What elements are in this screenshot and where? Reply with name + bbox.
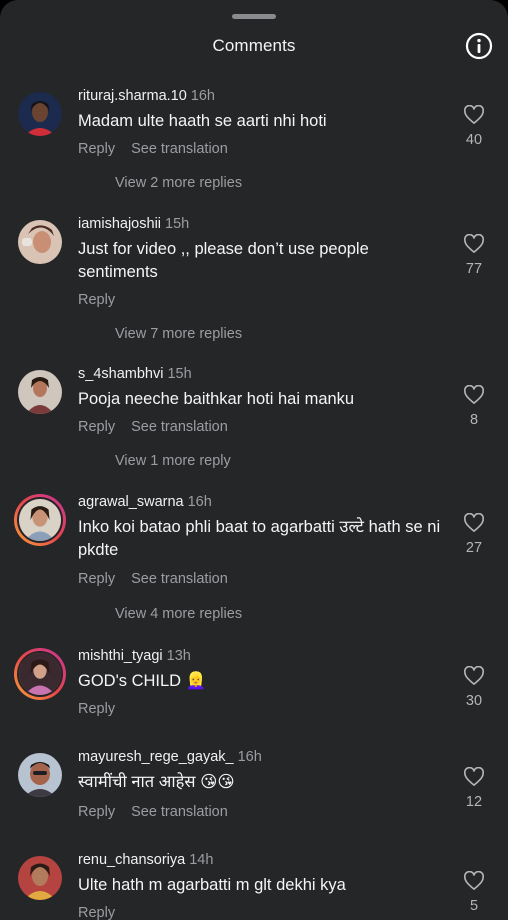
username[interactable]: iamishajoshii <box>78 216 161 232</box>
reply-button[interactable]: Reply <box>78 701 115 717</box>
reply-button[interactable]: Reply <box>78 571 115 587</box>
page-title: Comments <box>212 36 296 55</box>
see-translation-button[interactable]: See translation <box>131 141 228 157</box>
avatar[interactable] <box>18 220 62 264</box>
reply-button[interactable]: Reply <box>78 292 115 308</box>
avatar[interactable] <box>14 648 66 700</box>
like-button[interactable]: 77 <box>452 234 496 277</box>
heart-icon <box>463 871 485 890</box>
user-avatar-icon <box>18 370 62 414</box>
avatar[interactable] <box>18 856 62 900</box>
timestamp: 14h <box>189 852 214 868</box>
view-more-replies-button[interactable]: View 2 more replies <box>115 175 242 191</box>
reply-button[interactable]: Reply <box>78 419 115 435</box>
comment-actions: Reply See translation <box>78 141 244 157</box>
user-avatar-icon <box>19 499 61 541</box>
like-count: 5 <box>469 898 479 914</box>
comment-actions: Reply <box>78 701 131 717</box>
username[interactable]: agrawal_swarna <box>78 494 184 510</box>
like-count: 30 <box>465 693 483 709</box>
comment-text: Just for video ,, please don’t use peopl… <box>78 240 369 281</box>
user-avatar-icon <box>18 220 62 264</box>
comment-meta: renu_chansoriya 14h <box>78 852 213 868</box>
comment-actions: Reply See translation <box>78 804 244 820</box>
like-count: 27 <box>465 540 483 556</box>
comment-text: GOD's CHILD 👱‍♀️ <box>78 672 207 690</box>
heart-icon <box>463 385 485 404</box>
like-button[interactable]: 40 <box>452 105 496 148</box>
see-translation-button[interactable]: See translation <box>131 571 228 587</box>
like-button[interactable]: 5 <box>452 871 496 914</box>
comments-sheet: Comments rituraj.sharma.10 16h Madam ulte… <box>0 0 508 920</box>
view-more-replies-button[interactable]: View 1 more reply <box>115 453 231 469</box>
avatar[interactable] <box>14 494 66 546</box>
timestamp: 15h <box>167 366 192 382</box>
comment-meta: mayuresh_rege_gayak_ 16h <box>78 749 262 765</box>
user-avatar-icon <box>19 653 61 695</box>
avatar[interactable] <box>18 753 62 797</box>
like-button[interactable]: 30 <box>452 666 496 709</box>
like-button[interactable]: 12 <box>452 767 496 810</box>
drag-handle[interactable] <box>232 14 276 19</box>
reply-button[interactable]: Reply <box>78 141 115 157</box>
timestamp: 13h <box>166 648 191 664</box>
comments-header: Comments <box>0 26 508 66</box>
comment-text: Pooja neeche baithkar hoti hai manku <box>78 390 355 408</box>
comment-meta: iamishajoshii 15h <box>78 216 189 232</box>
like-count: 12 <box>465 794 483 810</box>
heart-icon <box>463 513 485 532</box>
comment-meta: s_4shambhvi 15h <box>78 366 192 382</box>
user-avatar-icon <box>18 753 62 797</box>
heart-icon <box>463 105 485 124</box>
timestamp: 16h <box>190 88 215 104</box>
heart-icon <box>463 666 485 685</box>
comment-actions: Reply <box>78 292 131 308</box>
see-translation-button[interactable]: See translation <box>131 804 228 820</box>
like-button[interactable]: 27 <box>452 513 496 556</box>
user-avatar-icon <box>18 856 62 900</box>
like-count: 8 <box>469 412 479 428</box>
reply-button[interactable]: Reply <box>78 804 115 820</box>
avatar[interactable] <box>18 370 62 414</box>
reply-button[interactable]: Reply <box>78 905 115 920</box>
avatar[interactable] <box>18 92 62 136</box>
heart-icon <box>463 234 485 253</box>
heart-icon <box>463 767 485 786</box>
comment-actions: Reply See translation <box>78 419 244 435</box>
comment-meta: rituraj.sharma.10 16h <box>78 88 215 104</box>
user-avatar-icon <box>18 92 62 136</box>
timestamp: 15h <box>165 216 190 232</box>
story-ring <box>17 497 63 543</box>
comment-meta: agrawal_swarna 16h <box>78 494 212 510</box>
see-translation-button[interactable]: See translation <box>131 419 228 435</box>
timestamp: 16h <box>187 494 212 510</box>
username[interactable]: renu_chansoriya <box>78 852 185 868</box>
comment-actions: Reply See translation <box>78 571 244 587</box>
username[interactable]: s_4shambhvi <box>78 366 163 382</box>
username[interactable]: mayuresh_rege_gayak_ <box>78 749 234 765</box>
comment-meta: mishthi_tyagi 13h <box>78 648 191 664</box>
comment-text: स्वामींची नात आहेस 😘😘 <box>78 773 235 791</box>
username[interactable]: mishthi_tyagi <box>78 648 163 664</box>
username[interactable]: rituraj.sharma.10 <box>78 88 187 104</box>
comment-actions: Reply <box>78 905 131 920</box>
story-ring <box>17 651 63 697</box>
timestamp: 16h <box>237 749 262 765</box>
view-more-replies-button[interactable]: View 7 more replies <box>115 326 242 342</box>
view-more-replies-button[interactable]: View 4 more replies <box>115 606 242 622</box>
info-icon[interactable] <box>465 32 493 60</box>
comment-text: Madam ulte haath se aarti nhi hoti <box>78 112 327 130</box>
like-count: 77 <box>465 261 483 277</box>
comment-text: Ulte hath m agarbatti m glt dekhi kya <box>78 876 346 894</box>
like-button[interactable]: 8 <box>452 385 496 428</box>
comment-text: Inko koi batao phli baat to agarbatti उल… <box>78 518 441 559</box>
like-count: 40 <box>465 132 483 148</box>
